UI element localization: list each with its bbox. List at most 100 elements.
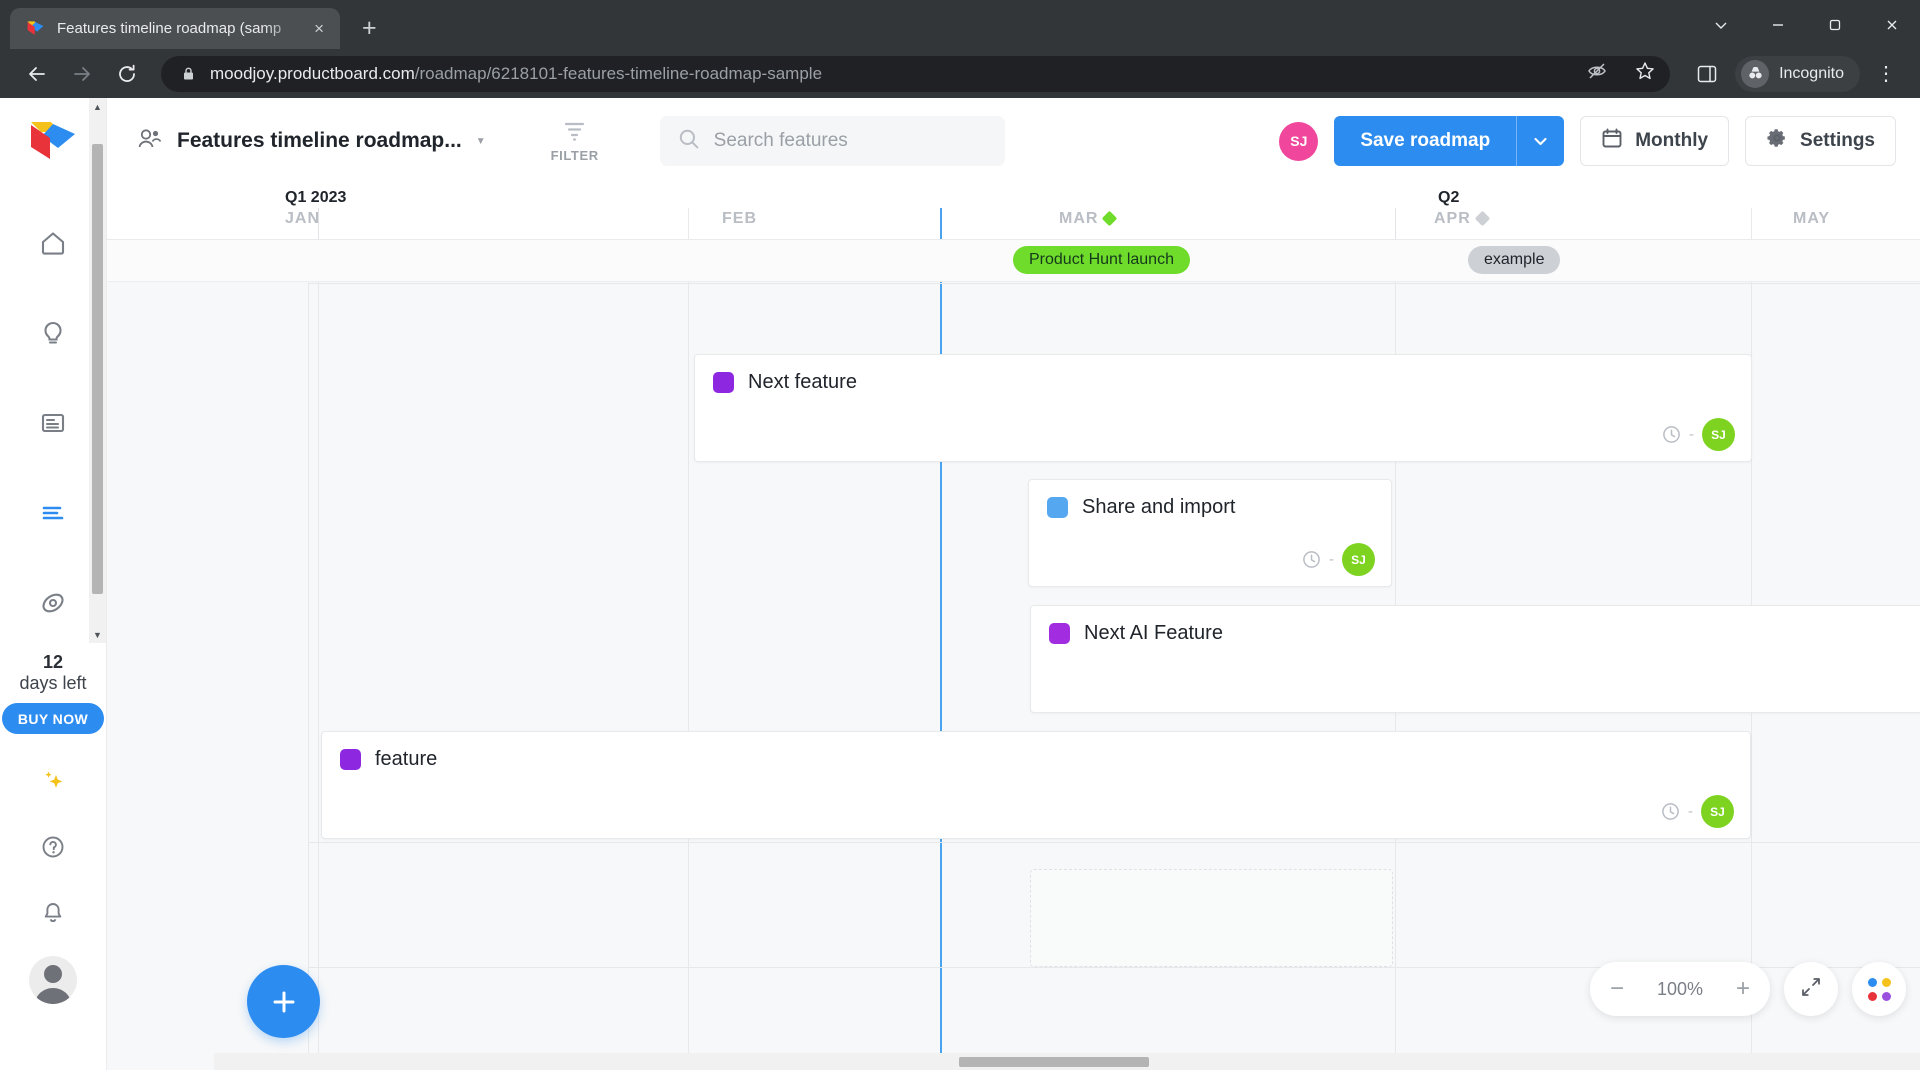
four-dots-icon bbox=[1867, 977, 1891, 1001]
sidebar-item-home[interactable] bbox=[26, 198, 80, 288]
feature-card-header: Next AI Feature bbox=[1031, 606, 1920, 645]
roadmap-canvas[interactable]: moodjoyAPP Development Next feature-SJSh… bbox=[107, 282, 1920, 1070]
view-monthly-button[interactable]: Monthly bbox=[1580, 116, 1730, 166]
save-options-chevron-down-icon[interactable] bbox=[1516, 116, 1564, 166]
clock-icon[interactable] bbox=[1662, 425, 1681, 444]
window-controls bbox=[1692, 0, 1920, 49]
sidebar-item-features[interactable] bbox=[26, 378, 80, 468]
forward-button-icon[interactable] bbox=[59, 51, 104, 96]
month-label: JAN bbox=[285, 210, 320, 240]
apps-launcher-button[interactable] bbox=[1852, 962, 1906, 1016]
notifications-bell-icon[interactable] bbox=[26, 880, 80, 946]
feature-title: Next AI Feature bbox=[1084, 622, 1223, 644]
sidebar-item-insights[interactable] bbox=[26, 288, 80, 378]
close-window-icon[interactable] bbox=[1863, 0, 1920, 49]
tracking-protection-icon[interactable] bbox=[1586, 60, 1608, 87]
settings-button[interactable]: Settings bbox=[1745, 116, 1896, 166]
new-tab-button[interactable]: + bbox=[362, 16, 377, 41]
scroll-up-icon[interactable]: ▲ bbox=[89, 98, 106, 115]
sidebar-scroll-thumb[interactable] bbox=[92, 144, 103, 594]
url-domain: moodjoy.productboard.com bbox=[210, 63, 415, 83]
timeline-scale: Q1 2023 Q2 JAN FEB MAR APR MAY bbox=[107, 184, 1920, 239]
horizontal-scroll-thumb[interactable] bbox=[959, 1057, 1149, 1067]
month-label-text: MAY bbox=[1793, 210, 1831, 227]
sidebar-item-portal[interactable] bbox=[26, 558, 80, 648]
close-tab-icon[interactable]: × bbox=[308, 17, 330, 40]
toolbar-right: Incognito ⋮ bbox=[1684, 51, 1906, 96]
lane-divider bbox=[107, 842, 1920, 843]
zoom-level-label: 100% bbox=[1656, 978, 1704, 999]
sidebar-scrollbar[interactable]: ▲ ▼ bbox=[89, 98, 106, 643]
month-label-text: FEB bbox=[722, 210, 757, 227]
zoom-control: − 100% + bbox=[1590, 962, 1770, 1016]
month-label: MAR bbox=[1059, 210, 1118, 240]
clock-icon[interactable] bbox=[1302, 550, 1321, 569]
chevron-down-icon[interactable]: ▼ bbox=[476, 136, 486, 147]
search-features-box[interactable] bbox=[659, 116, 1005, 166]
feature-card[interactable]: feature - SJ bbox=[321, 731, 1751, 839]
month-divider bbox=[318, 208, 319, 239]
main-area: Features timeline roadmap... ▼ FILTER SJ bbox=[107, 98, 1920, 1070]
collaborator-avatar[interactable]: SJ bbox=[1279, 121, 1319, 161]
feature-owner-avatar[interactable]: SJ bbox=[1701, 795, 1734, 828]
roadmap-toolbar: Features timeline roadmap... ▼ FILTER SJ bbox=[107, 98, 1920, 184]
search-input[interactable] bbox=[713, 130, 987, 152]
incognito-profile-button[interactable]: Incognito bbox=[1735, 55, 1860, 92]
roadmap-title-group[interactable]: Features timeline roadmap... ▼ bbox=[137, 128, 486, 155]
feature-owner-avatar[interactable]: SJ bbox=[1342, 543, 1375, 576]
filter-icon bbox=[563, 120, 586, 146]
sparkle-icon[interactable] bbox=[26, 748, 80, 814]
milestone-pill[interactable]: Product Hunt launch bbox=[1013, 246, 1190, 274]
clock-icon[interactable] bbox=[1661, 802, 1680, 821]
month-divider bbox=[1395, 208, 1396, 239]
tab-title: Features timeline roadmap (samp bbox=[57, 20, 282, 37]
zoom-in-button[interactable]: + bbox=[1736, 977, 1750, 1001]
fullscreen-button[interactable] bbox=[1784, 962, 1838, 1016]
user-avatar[interactable] bbox=[29, 956, 77, 1005]
window-more-icon[interactable] bbox=[1692, 0, 1749, 49]
scroll-down-icon[interactable]: ▼ bbox=[89, 626, 106, 643]
bookmark-star-icon[interactable] bbox=[1634, 60, 1656, 87]
back-button-icon[interactable] bbox=[14, 51, 59, 96]
new-feature-placeholder[interactable] bbox=[1030, 869, 1393, 967]
side-panel-icon[interactable] bbox=[1684, 51, 1729, 96]
incognito-icon bbox=[1741, 59, 1770, 88]
address-bar[interactable]: moodjoy.productboard.com/roadmap/6218101… bbox=[161, 55, 1671, 92]
help-icon[interactable] bbox=[26, 814, 80, 880]
quarter-label: Q1 2023 bbox=[285, 189, 347, 206]
feature-card-header: feature bbox=[322, 732, 1750, 771]
horizontal-scrollbar[interactable] bbox=[214, 1053, 1920, 1070]
save-roadmap-group: Save roadmap bbox=[1334, 116, 1565, 166]
feature-card[interactable]: Next AI Feature-SJ bbox=[1030, 605, 1920, 713]
buy-now-button[interactable]: BUY NOW bbox=[1, 703, 105, 735]
toolbar-actions: SJ Save roadmap Monthly Settings bbox=[1279, 116, 1896, 166]
feature-owner-avatar[interactable]: SJ bbox=[1702, 418, 1735, 451]
incognito-label: Incognito bbox=[1779, 64, 1844, 82]
browser-menu-icon[interactable]: ⋮ bbox=[1866, 61, 1906, 86]
quarter-label: Q2 bbox=[1438, 189, 1460, 206]
save-roadmap-button[interactable]: Save roadmap bbox=[1334, 116, 1516, 166]
browser-toolbar: moodjoy.productboard.com/roadmap/6218101… bbox=[0, 49, 1920, 98]
reload-button-icon[interactable] bbox=[104, 51, 149, 96]
milestone-pill[interactable]: example bbox=[1468, 246, 1561, 274]
lock-icon bbox=[181, 66, 196, 81]
zoom-out-button[interactable]: − bbox=[1610, 977, 1624, 1001]
filter-label: FILTER bbox=[550, 147, 599, 163]
feature-card[interactable]: Share and import - SJ bbox=[1028, 479, 1392, 587]
browser-tab[interactable]: Features timeline roadmap (samp × bbox=[10, 8, 340, 49]
filter-button[interactable]: FILTER bbox=[540, 120, 610, 163]
milestone-diamond-icon[interactable] bbox=[1102, 210, 1118, 227]
milestone-diamond-icon[interactable] bbox=[1474, 210, 1491, 227]
feature-card-meta: - SJ bbox=[1302, 543, 1375, 576]
url-path: /roadmap/6218101-features-timeline-roadm… bbox=[414, 63, 823, 83]
tab-strip: Features timeline roadmap (samp × + bbox=[0, 0, 1920, 49]
milestone-band: Product Hunt launch example bbox=[107, 240, 1920, 282]
page-title: Features timeline roadmap... bbox=[177, 129, 462, 152]
sidebar-item-roadmap[interactable] bbox=[26, 468, 80, 558]
productboard-logo[interactable] bbox=[30, 120, 76, 162]
trial-days-count: 12 bbox=[42, 652, 63, 672]
minimize-window-icon[interactable] bbox=[1749, 0, 1806, 49]
feature-card[interactable]: Next feature - SJ bbox=[694, 354, 1752, 462]
maximize-window-icon[interactable] bbox=[1806, 0, 1863, 49]
add-button[interactable] bbox=[247, 965, 320, 1038]
